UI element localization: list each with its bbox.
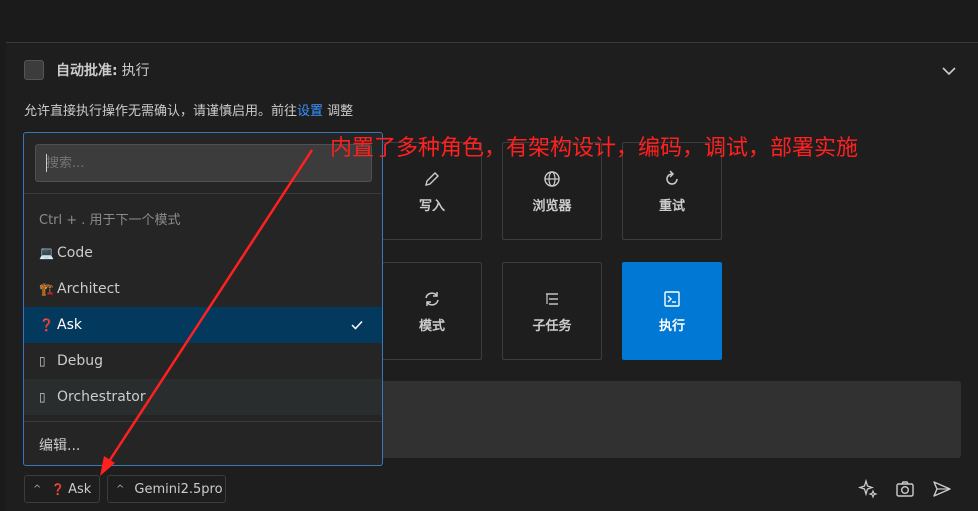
execute-label: 执行 — [658, 318, 685, 334]
model-selector-label: Gemini2.5pro — [134, 481, 223, 497]
mode-dropdown: Ctrl + . 用于下一个模式 💻 Code 🏗️ Architect ❓ A… — [23, 132, 383, 466]
auto-approve-checkbox[interactable] — [24, 60, 44, 80]
model-selector[interactable]: ^ Gemini2.5pro — [107, 475, 226, 503]
auto-approve-row[interactable]: 自动批准: 执行 — [24, 58, 150, 82]
mode-item-architect[interactable]: 🏗️ Architect — [24, 271, 382, 307]
chevron-down-icon[interactable] — [940, 62, 958, 80]
mode-item-label: Orchestrator — [57, 389, 146, 405]
description-prefix: 允许直接执行操作无需确认，请谨慎启用。前往 — [24, 104, 298, 119]
annotation-text: 内置了多种角色，有架构设计，编码，调试，部署实施 — [330, 136, 859, 161]
globe-icon — [544, 170, 560, 187]
check-icon — [351, 320, 363, 330]
mode-item-code[interactable]: 💻 Code — [24, 235, 382, 271]
caret-up-icon: ^ — [33, 483, 42, 495]
description-suffix: 调整 — [327, 104, 354, 119]
sync-icon — [425, 291, 439, 306]
placeholder-glyph-icon: ▯ — [39, 390, 46, 404]
mode-item-label: Architect — [57, 281, 120, 297]
mode-item-debug[interactable]: ▯ Debug — [24, 343, 382, 379]
mode-search-input[interactable] — [35, 144, 372, 182]
subtask-toggle[interactable]: 子任务 — [502, 262, 602, 360]
list-tree-icon — [546, 292, 558, 305]
mode-item-label: Ask — [57, 317, 82, 333]
mode-item-label: Code — [57, 245, 93, 261]
placeholder-glyph-icon: ▯ — [39, 354, 46, 368]
mode-selector[interactable]: ^ ❓ Ask — [24, 475, 100, 503]
sparkle-icon[interactable] — [857, 478, 879, 500]
top-panel — [0, 0, 978, 43]
mode-item-orchestrator[interactable]: ▯ Orchestrator — [24, 379, 382, 415]
refresh-icon — [666, 169, 678, 185]
write-label: 写入 — [418, 198, 445, 214]
ask-emoji-icon: ❓ — [51, 482, 66, 496]
auto-approve-label: 自动批准: — [56, 63, 118, 79]
auto-approve-description: 允许直接执行操作无需确认，请谨慎启用。前往设置 调整 — [24, 100, 353, 119]
mode-item-label: Debug — [57, 353, 104, 369]
text-cursor — [46, 154, 47, 172]
retry-label: 重试 — [658, 198, 685, 214]
auto-approve-value: 执行 — [121, 63, 150, 79]
terminal-icon — [664, 290, 680, 307]
app-window: { "auto_approve": { "label": "自动批准:", "v… — [0, 0, 978, 511]
left-gutter — [0, 42, 6, 511]
pencil-icon — [425, 171, 439, 186]
browser-label: 浏览器 — [532, 198, 572, 214]
mode-hint: Ctrl + . 用于下一个模式 — [39, 213, 181, 228]
mode-label: 模式 — [418, 318, 445, 334]
execute-toggle[interactable]: 执行 — [622, 262, 722, 360]
mode-selector-label: Ask — [68, 481, 92, 497]
edit-modes-item[interactable]: 编辑... — [39, 435, 80, 455]
caret-up-icon: ^ — [116, 483, 125, 495]
question-mark-icon: ❓ — [39, 318, 54, 332]
laptop-icon: 💻 — [39, 246, 54, 260]
subtask-label: 子任务 — [532, 318, 572, 334]
mode-toggle[interactable]: 模式 — [382, 262, 482, 360]
divider — [24, 193, 382, 194]
divider — [24, 421, 382, 422]
building-construction-icon: 🏗️ — [39, 282, 54, 296]
settings-link[interactable]: 设置 — [297, 104, 323, 119]
mode-item-ask[interactable]: ❓ Ask — [24, 307, 382, 343]
camera-icon[interactable] — [894, 478, 916, 500]
send-icon[interactable] — [931, 478, 953, 500]
